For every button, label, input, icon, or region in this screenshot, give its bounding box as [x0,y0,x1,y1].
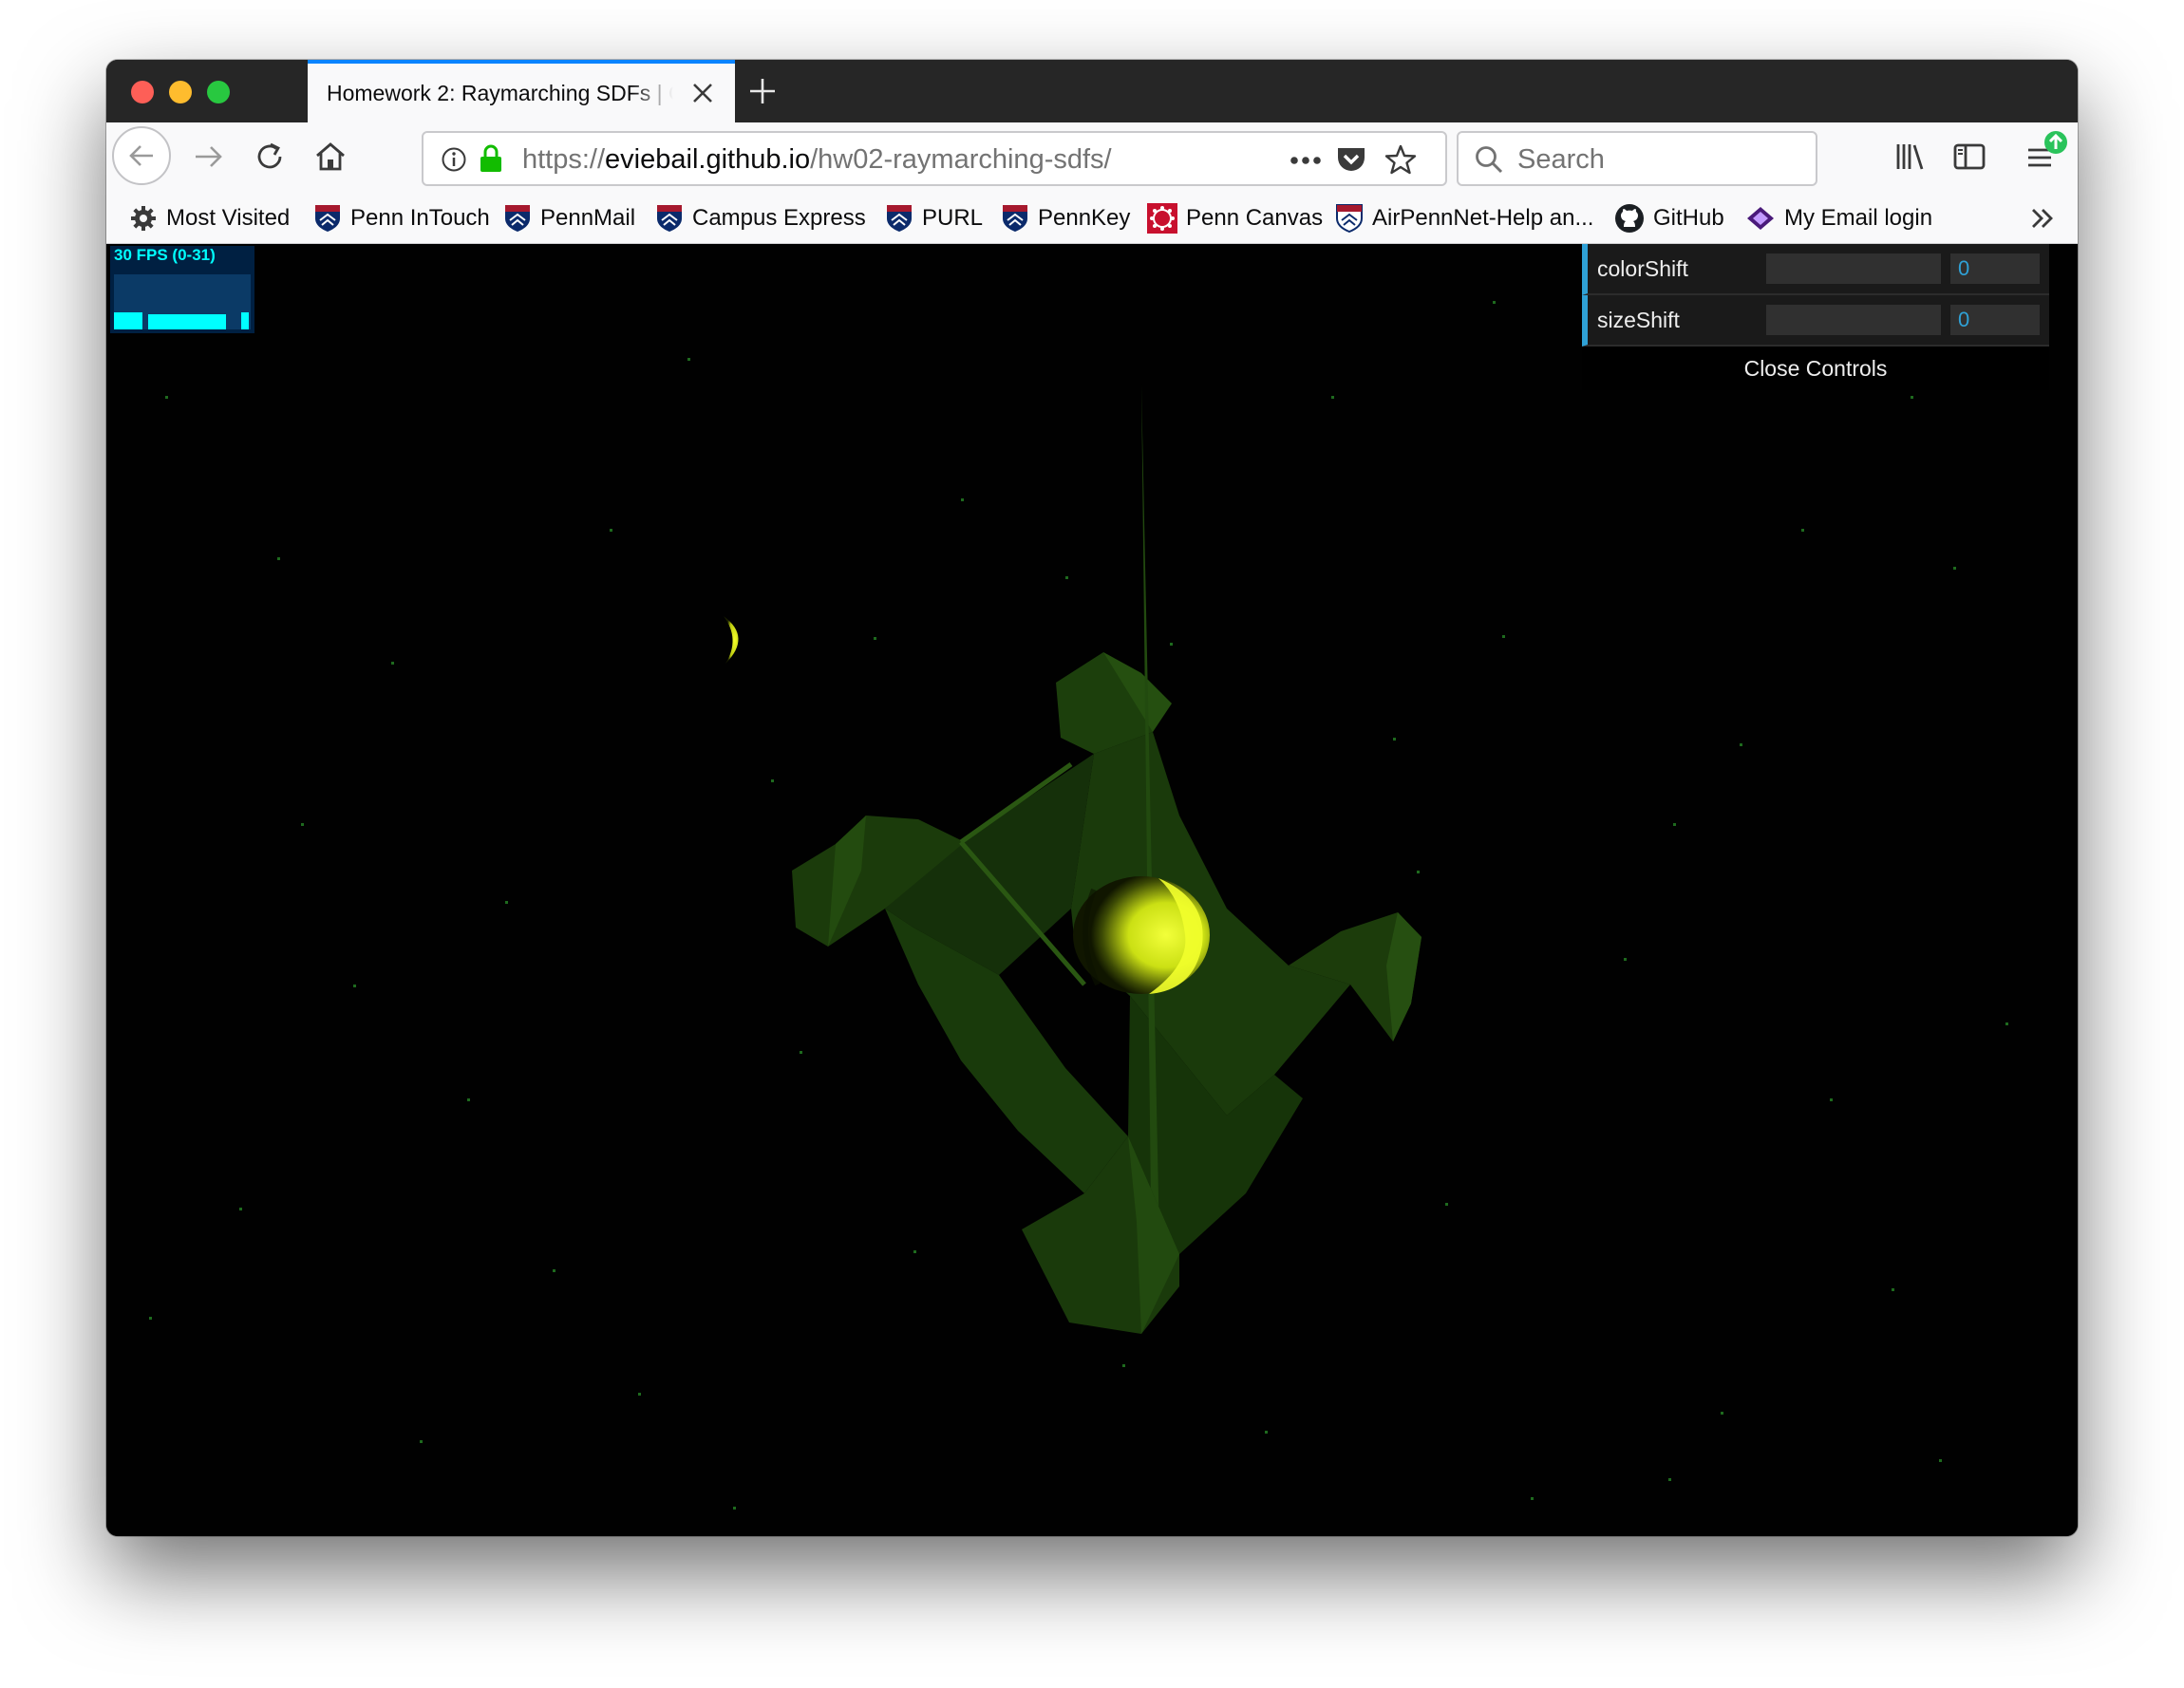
sdf-cross-object [792,384,1421,1334]
bookmark-github[interactable]: GitHub [1614,203,1724,234]
bookmark-campus-express[interactable]: Campus Express [655,203,866,234]
email-diamond-icon [1747,207,1774,230]
sizeshift-slider[interactable] [1766,305,1941,335]
bookmark-penn-intouch[interactable]: Penn InTouch [313,203,490,234]
tab-active[interactable]: Homework 2: Raymarching SDFs | CIS 566 [308,60,735,122]
url-scheme: https:// [522,144,606,175]
back-button[interactable] [112,126,171,185]
bookmark-label: Most Visited [166,205,291,231]
close-window-button[interactable] [131,81,154,103]
library-icon[interactable] [1893,140,1928,174]
penn-shield-icon [887,205,912,232]
update-badge-icon[interactable] [2043,130,2068,155]
nav-bar: https://eviebail.github.io/hw02-raymarch… [106,122,2078,193]
tab-strip: Homework 2: Raymarching SDFs | CIS 566 [106,60,2078,122]
colorshift-input[interactable]: 0 [1950,253,2040,284]
penn-shield-icon [1003,205,1027,232]
bookmarks-toolbar: Most Visited Penn InTouch PennMail Campu… [106,193,2078,244]
bookmark-label: PURL [922,205,984,231]
pocket-icon[interactable] [1335,144,1367,175]
penn-shield-icon [315,205,340,232]
zoom-window-button[interactable] [207,81,230,103]
dat-gui-panel: colorShift 0 sizeShift 0 Close Controls [1582,244,2049,390]
reload-icon[interactable] [253,140,287,174]
control-label: sizeShift [1597,308,1680,332]
bookmark-label: Penn InTouch [350,205,490,231]
webgl-canvas[interactable]: 30 FPS (0-31) colorShift 0 sizeShift 0 C… [106,244,2078,1536]
canvas-icon [1147,203,1177,234]
lock-icon[interactable] [479,143,503,174]
bookmark-most-visited[interactable]: Most Visited [129,203,290,234]
bookmark-pennkey[interactable]: PennKey [1001,203,1130,234]
fps-stats-panel[interactable]: 30 FPS (0-31) [110,246,254,333]
bookmark-label: GitHub [1653,205,1724,231]
bookmark-label: Campus Express [692,205,866,231]
colorshift-slider[interactable] [1766,253,1941,284]
tab-title: Homework 2: Raymarching SDFs | CIS 566 [327,81,673,105]
penn-shield-icon [1336,204,1363,234]
bookmark-label: My Email login [1784,205,1933,231]
url-bar[interactable]: https://eviebail.github.io/hw02-raymarch… [422,131,1447,186]
bookmark-label: AirPennNet-Help an... [1372,205,1594,231]
bookmark-star-icon[interactable] [1384,143,1417,176]
github-icon [1615,204,1644,233]
search-icon [1476,146,1503,174]
bookmark-purl[interactable]: PURL [885,203,983,234]
bookmark-penn-canvas[interactable]: Penn Canvas [1147,203,1323,234]
fps-graph [114,274,251,329]
sizeshift-input[interactable]: 0 [1950,305,2040,335]
url-host: eviebail.github.io [605,144,811,175]
forward-arrow-icon[interactable] [192,140,226,174]
control-label: colorShift [1597,256,1688,281]
search-bar[interactable]: Search [1457,131,1817,186]
bookmark-pennmail[interactable]: PennMail [503,203,635,234]
penn-shield-icon [505,205,530,232]
url-text[interactable]: https://eviebail.github.io/hw02-raymarch… [522,144,1112,176]
control-sizeshift: sizeShift 0 [1582,295,2049,347]
raymarched-scene [149,301,2008,1510]
bookmark-label: Penn Canvas [1186,205,1324,231]
penn-shield-icon [657,205,682,232]
search-input[interactable]: Search [1517,144,1605,176]
glowing-orb [1073,876,1210,994]
bookmark-label: PennKey [1038,205,1131,231]
url-path: /hw02-raymarching-sdfs/ [810,144,1112,175]
back-arrow-icon [129,145,153,166]
page-actions-icon[interactable] [1290,156,1322,165]
fps-label: 30 FPS (0-31) [114,246,216,264]
small-orb [724,616,739,664]
control-colorshift: colorShift 0 [1582,244,2049,295]
minimize-window-button[interactable] [169,81,192,103]
close-tab-icon[interactable] [690,81,715,105]
browser-window: Homework 2: Raymarching SDFs | CIS 566 [106,60,2078,1536]
chevron-double-right-icon[interactable] [2028,204,2057,233]
bookmark-my-email-login[interactable]: My Email login [1745,203,1932,234]
bookmark-airpennnet[interactable]: AirPennNet-Help an... [1335,203,1593,234]
close-controls-button[interactable]: Close Controls [1582,347,2049,390]
home-icon[interactable] [313,140,348,174]
sidebar-icon[interactable] [1952,140,1986,174]
bookmark-label: PennMail [540,205,636,231]
info-icon[interactable] [441,146,467,173]
new-tab-icon[interactable] [748,77,777,105]
gear-icon [131,206,156,231]
